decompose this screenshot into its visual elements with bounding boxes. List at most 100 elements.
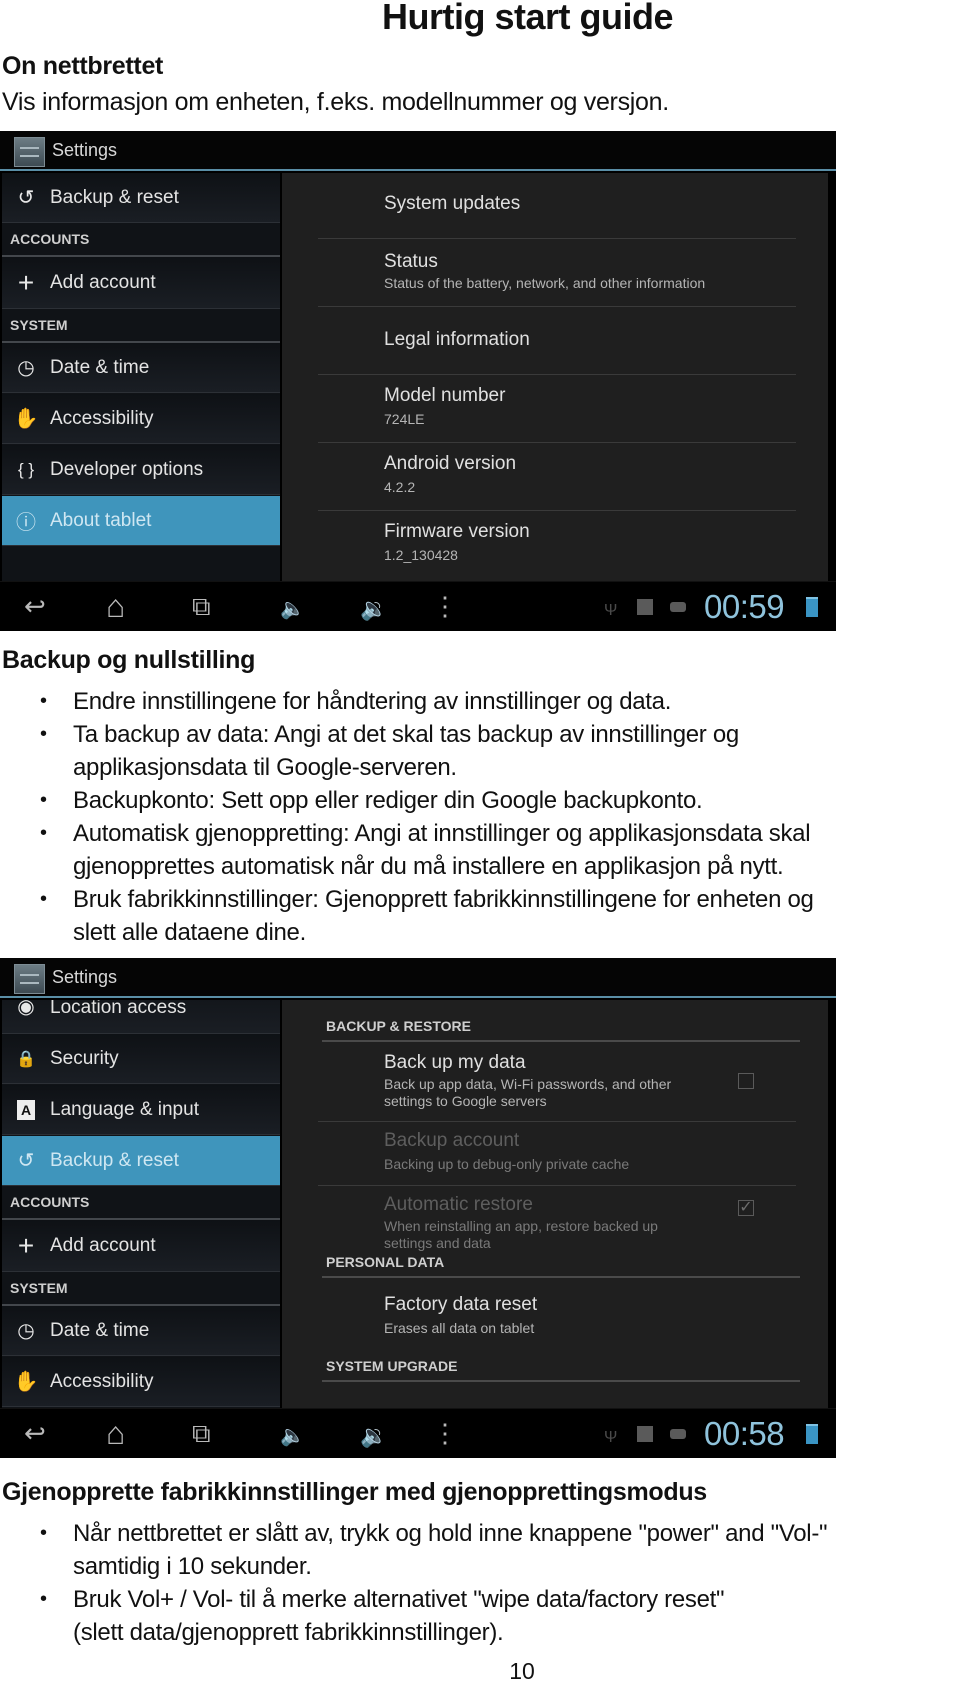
language-icon-glyph: A xyxy=(17,1100,35,1120)
hand-icon: ✋ xyxy=(13,408,39,430)
list-item-text: slett alle dataene dine. xyxy=(73,919,306,946)
language-icon: A xyxy=(8,1098,44,1121)
pref-title: System updates xyxy=(384,193,521,214)
sidebar-item-backup-reset[interactable]: ↺ Backup & reset xyxy=(2,173,280,223)
plus-icon: + xyxy=(17,1229,35,1261)
menu-icon[interactable]: ⋮ xyxy=(432,1418,458,1448)
pref-summary: Erases all data on tablet xyxy=(384,1320,535,1336)
action-bar: Settings xyxy=(0,958,836,998)
pref-summary: When reinstalling an app, restore backed… xyxy=(384,1218,658,1234)
sidebar-item-backup-reset[interactable]: ↺ Backup & reset xyxy=(2,1136,280,1186)
sidebar-item-security[interactable]: 🔒 Security xyxy=(2,1034,280,1084)
volume-down-icon[interactable]: 🔈 xyxy=(280,594,305,624)
android-debug-icon xyxy=(670,602,686,612)
volume-down-icon[interactable]: 🔈 xyxy=(280,1421,305,1451)
settings-content: System updates Status Status of the batt… xyxy=(282,173,828,581)
pref-summary: 1.2_130428 xyxy=(384,547,458,563)
pref-factory-data-reset[interactable]: Factory data reset Erases all data on ta… xyxy=(318,1280,796,1356)
navigation-bar: ↩ ⌂ ⧉ 🔈 🔉 ⋮ Ψ 00:59 xyxy=(0,581,836,631)
sidebar-item-developer-options[interactable]: { } Developer options xyxy=(2,445,280,495)
pref-android-version[interactable]: Android version 4.2.2 xyxy=(318,443,796,511)
settings-content: BACKUP & RESTORE Back up my data Back up… xyxy=(282,1000,828,1408)
category-system-upgrade: SYSTEM UPGRADE xyxy=(322,1358,800,1382)
pref-title: Model number xyxy=(384,385,506,406)
sidebar-item-label: Security xyxy=(50,1047,119,1069)
list-item: Bruk Vol+ / Vol- til å merke alternative… xyxy=(0,1583,960,1649)
category-backup-restore: BACKUP & RESTORE xyxy=(322,1018,800,1042)
list-item-text: samtidig i 10 sekunder. xyxy=(73,1553,312,1580)
braces-icon: { } xyxy=(17,459,35,479)
pref-summary: 724LE xyxy=(384,411,425,427)
recents-icon[interactable]: ⧉ xyxy=(192,591,211,621)
sidebar-header-accounts: ACCOUNTS xyxy=(2,1186,280,1220)
list-item-text: Bruk Vol+ / Vol- til å merke alternative… xyxy=(73,1586,725,1613)
menu-icon[interactable]: ⋮ xyxy=(432,591,458,621)
sidebar-header-system: SYSTEM xyxy=(2,1272,280,1306)
sidebar-item-add-account[interactable]: + Add account xyxy=(2,257,280,309)
back-icon[interactable]: ↩ xyxy=(24,591,46,621)
list-item-text: Endre innstillingene for håndtering av i… xyxy=(73,688,672,715)
section-heading-tablet: On nettbrettet xyxy=(2,52,164,80)
navigation-bar: ↩ ⌂ ⧉ 🔈 🔉 ⋮ Ψ 00:58 xyxy=(0,1408,836,1458)
volume-up-icon[interactable]: 🔉 xyxy=(360,1421,387,1451)
sidebar-item-accessibility[interactable]: ✋ Accessibility xyxy=(2,394,280,444)
sidebar-item-label: About tablet xyxy=(50,509,152,531)
sidebar-item-label: Add account xyxy=(50,271,156,293)
settings-app-icon[interactable] xyxy=(14,137,45,167)
list-item-text: gjenopprettes automatisk når du må insta… xyxy=(73,853,784,880)
pref-status[interactable]: Status Status of the battery, network, a… xyxy=(318,239,796,307)
backup-bullet-list: Endre innstillingene for håndtering av i… xyxy=(0,685,960,949)
android-debug-icon xyxy=(670,1429,686,1439)
home-icon[interactable]: ⌂ xyxy=(106,1417,125,1449)
pref-firmware-version[interactable]: Firmware version 1.2_130428 xyxy=(318,511,796,581)
pref-summary: Backing up to debug-only private cache xyxy=(384,1156,630,1172)
sidebar-item-date-time[interactable]: ◷ Date & time xyxy=(2,1306,280,1356)
backup-restore-icon: ↺ xyxy=(17,1150,35,1172)
settings-sidebar: ◉ Location access 🔒 Security A Language … xyxy=(2,1000,280,1408)
pref-title: Firmware version xyxy=(384,521,530,542)
sd-card-icon xyxy=(637,599,653,615)
list-item: Automatisk gjenoppretting: Angi at innst… xyxy=(0,817,960,883)
recents-icon[interactable]: ⧉ xyxy=(192,1418,211,1448)
sidebar-item-about-tablet[interactable]: ⓘ About tablet xyxy=(2,496,280,546)
app-title: Settings xyxy=(52,967,118,987)
category-personal-data: PERSONAL DATA xyxy=(322,1254,800,1278)
sidebar-item-label: Backup & reset xyxy=(50,1149,179,1171)
sidebar-item-label: Backup & reset xyxy=(50,186,179,208)
pref-summary: Status of the battery, network, and othe… xyxy=(384,275,706,291)
sidebar-item-label: Location access xyxy=(50,1000,187,1018)
pref-system-updates[interactable]: System updates xyxy=(318,173,796,239)
volume-up-icon[interactable]: 🔉 xyxy=(360,594,387,624)
sidebar-item-add-account[interactable]: + Add account xyxy=(2,1220,280,1272)
list-item-text: (slett data/gjenopprett fabrikkinnstilli… xyxy=(73,1619,504,1646)
pref-backup-account: Backup account Backing up to debug-only … xyxy=(318,1122,796,1186)
document-title: Hurtig start guide xyxy=(381,0,674,37)
page-number: 10 xyxy=(509,1658,535,1684)
section-heading-backup: Backup og nullstilling xyxy=(2,646,256,674)
usb-icon: Ψ xyxy=(604,602,618,619)
pref-legal-information[interactable]: Legal information xyxy=(318,307,796,375)
sidebar-item-label: Date & time xyxy=(50,1319,150,1341)
automatic-restore-checkbox: ✓ xyxy=(738,1199,754,1216)
sidebar-item-location-access[interactable]: ◉ Location access xyxy=(2,1000,280,1034)
usb-icon: Ψ xyxy=(604,1429,618,1446)
pref-summary: settings and data xyxy=(384,1235,491,1251)
back-icon[interactable]: ↩ xyxy=(24,1418,46,1448)
home-icon[interactable]: ⌂ xyxy=(106,590,125,622)
pref-model-number[interactable]: Model number 724LE xyxy=(318,375,796,443)
list-item-text: Ta backup av data: Angi at det skal tas … xyxy=(73,721,739,748)
pref-back-up-my-data[interactable]: Back up my data Back up app data, Wi-Fi … xyxy=(318,1044,796,1122)
sidebar-item-accessibility[interactable]: ✋ Accessibility xyxy=(2,1357,280,1407)
pref-title: Back up my data xyxy=(384,1052,526,1073)
list-item: Bruk fabrikkinnstillinger: Gjenopprett f… xyxy=(0,883,960,949)
settings-app-icon[interactable] xyxy=(14,964,45,994)
sidebar-item-date-time[interactable]: ◷ Date & time xyxy=(2,343,280,393)
pref-title: Automatic restore xyxy=(384,1194,533,1215)
list-item-text: Backupkonto: Sett opp eller rediger din … xyxy=(73,787,703,814)
app-title: Settings xyxy=(52,140,118,160)
back-up-data-checkbox[interactable] xyxy=(738,1073,754,1089)
list-item-text: applikasjonsdata til Google-serveren. xyxy=(73,754,457,781)
recovery-bullet-list: Når nettbrettet er slått av, trykk og ho… xyxy=(0,1517,960,1649)
sidebar-item-language-input[interactable]: A Language & input xyxy=(2,1085,280,1135)
screenshot-backup-reset: Settings ◉ Location access 🔒 Security A … xyxy=(0,958,836,1458)
